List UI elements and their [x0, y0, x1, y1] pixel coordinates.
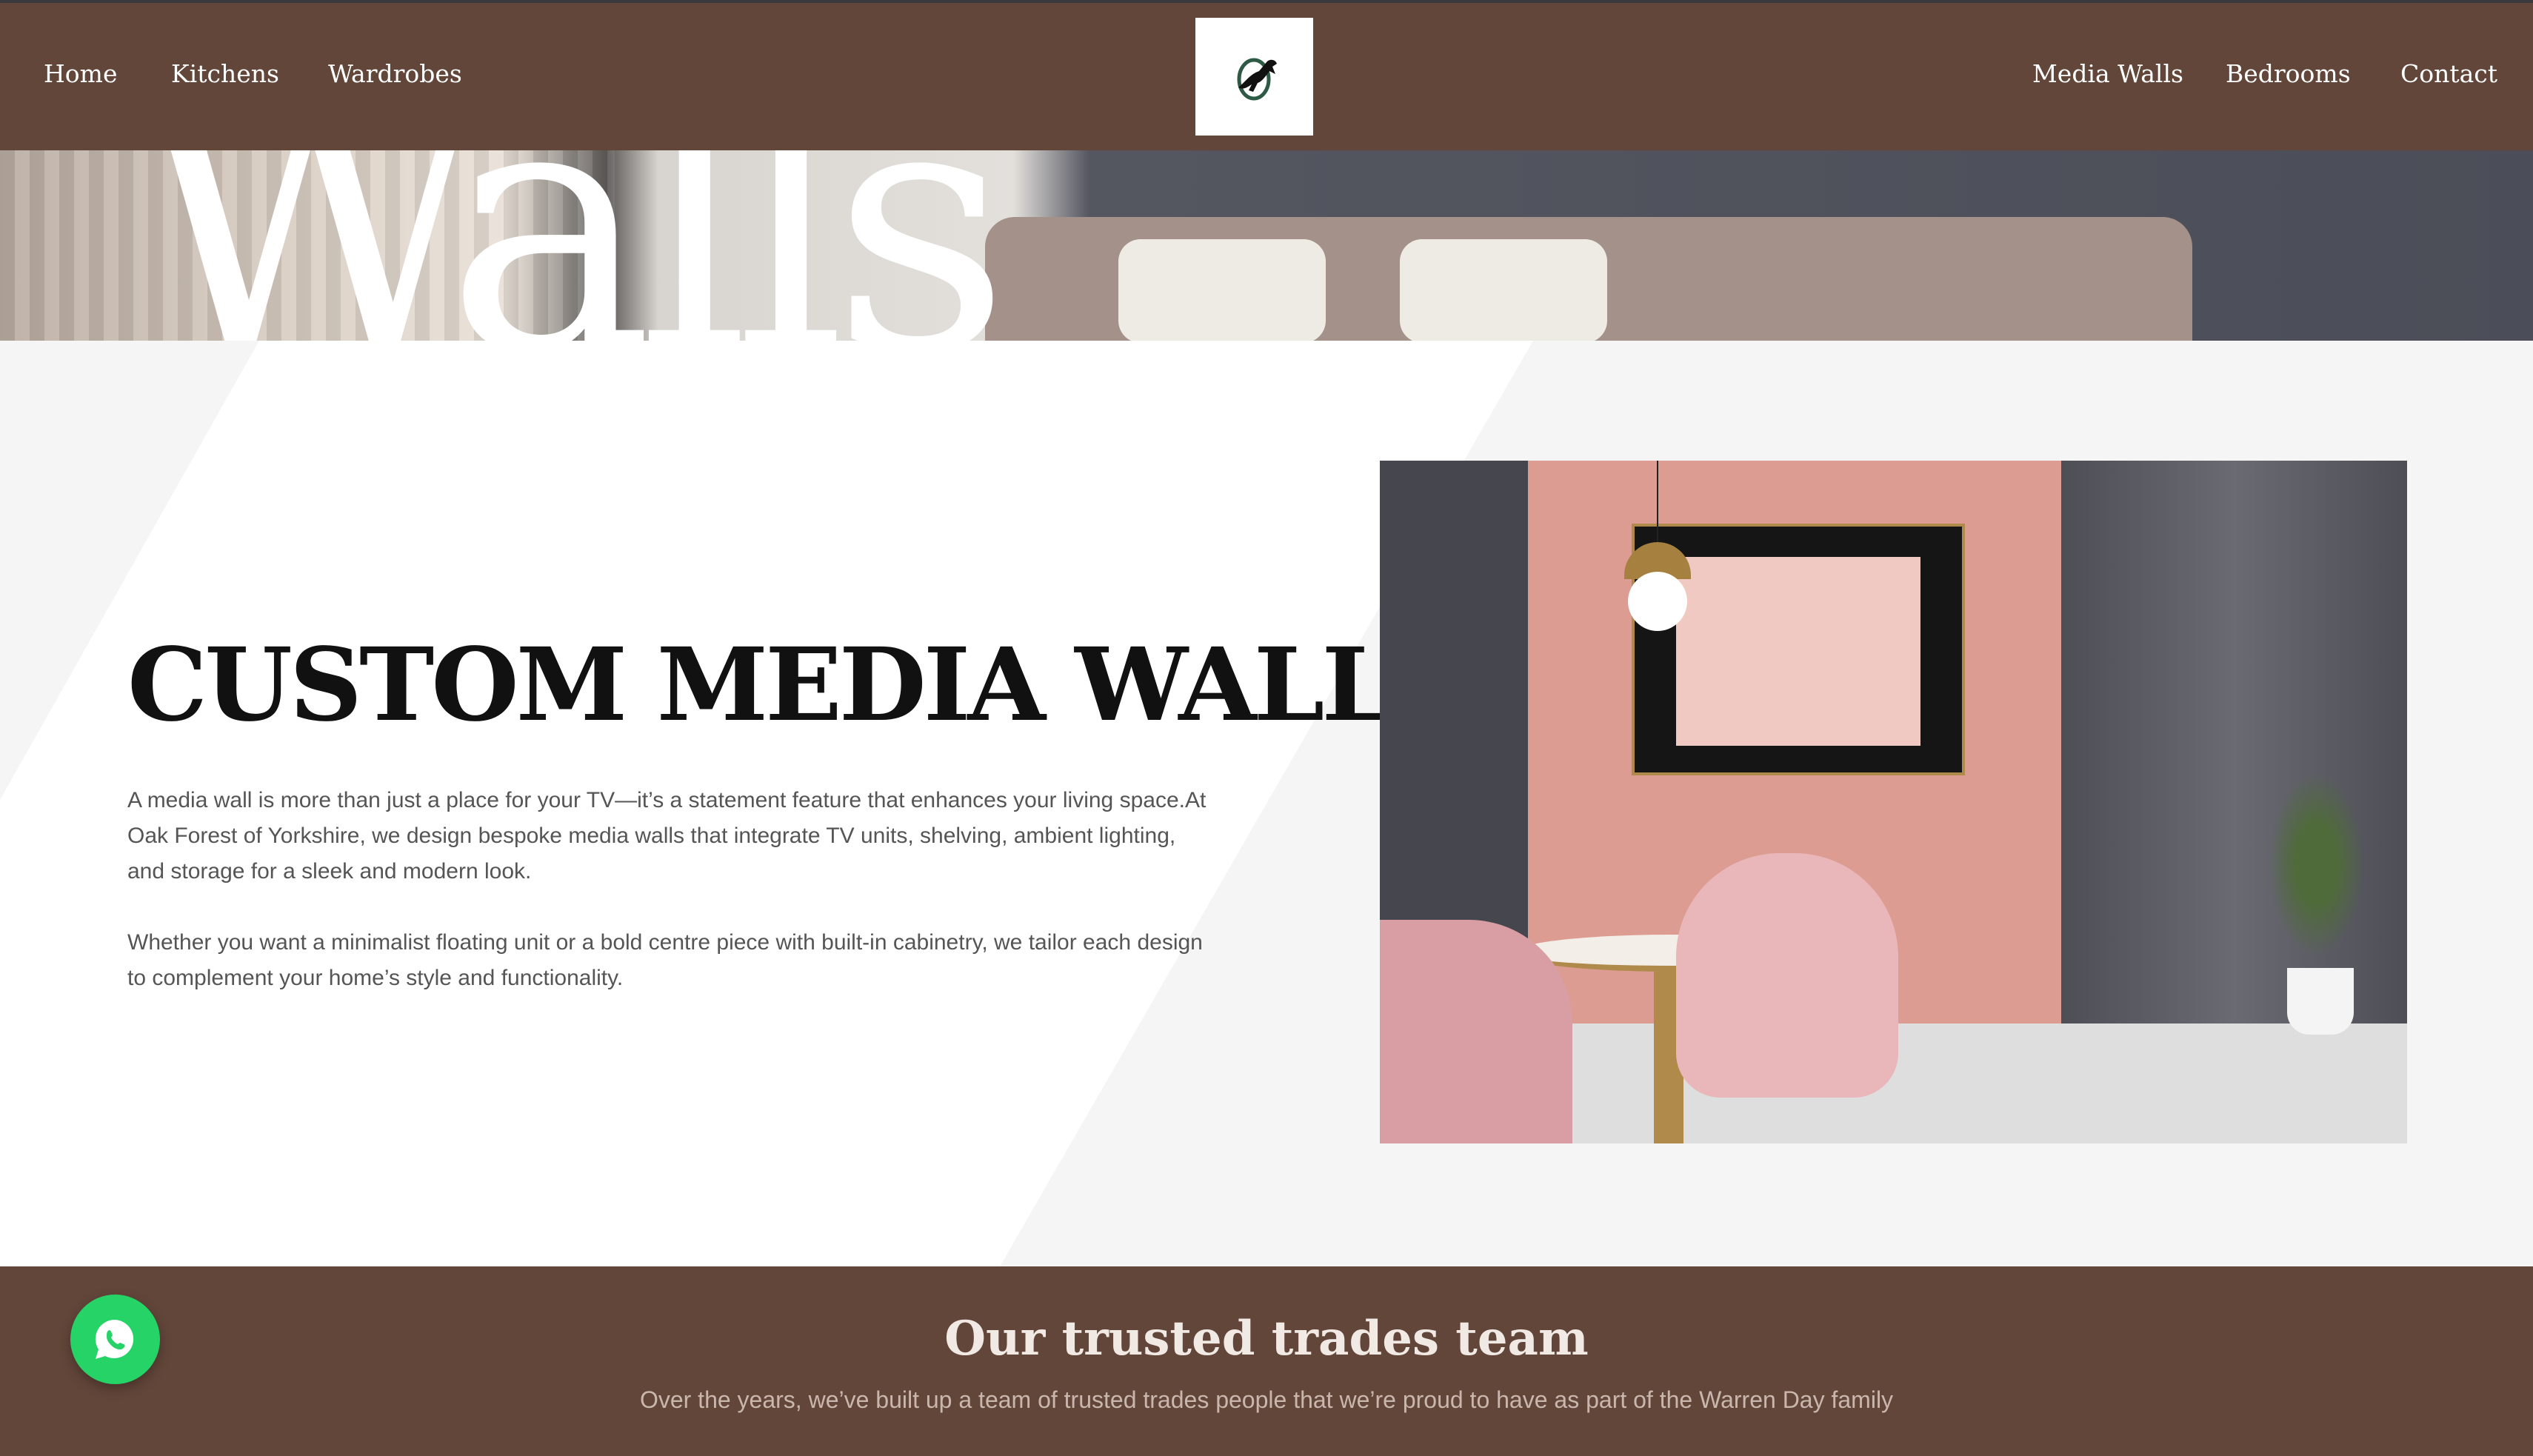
detail-paragraph: Whether you want a minimalist floating u… — [127, 930, 1203, 990]
horse-logo-icon — [1237, 58, 1277, 101]
nav-kitchens[interactable]: Kitchens — [171, 59, 279, 88]
pillow-image — [1400, 239, 1607, 341]
hero-banner: Walls — [0, 150, 2533, 341]
section-heading: CUSTOM MEDIA WALLS — [127, 626, 1462, 744]
nav-home[interactable]: Home — [44, 59, 117, 88]
nav-bedrooms[interactable]: Bedrooms — [2226, 59, 2351, 88]
nav-media-walls[interactable]: Media Walls — [2032, 59, 2183, 88]
main-nav: Home Kitchens Wardrobes Media Walls Bedr… — [0, 3, 2533, 150]
nav-wardrobes[interactable]: Wardrobes — [328, 59, 462, 88]
media-walls-section: CUSTOM MEDIA WALLS A media wall is more … — [0, 341, 2533, 1266]
trades-team-section: Our trusted trades team Over the years, … — [0, 1266, 2533, 1456]
logo-home-link[interactable] — [1195, 18, 1313, 136]
trades-subtitle: Over the years, we’ve built up a team of… — [639, 1386, 1894, 1413]
whatsapp-icon — [95, 1319, 134, 1359]
hero-title: Walls — [133, 150, 1010, 341]
media-wall-photo — [1380, 461, 2407, 1143]
nav-contact[interactable]: Contact — [2400, 59, 2497, 88]
trades-title: Our trusted trades team — [944, 1311, 1589, 1366]
whatsapp-button[interactable] — [70, 1295, 160, 1384]
intro-paragraph: A media wall is more than just a place f… — [127, 788, 1207, 884]
pillow-image — [1118, 239, 1326, 341]
